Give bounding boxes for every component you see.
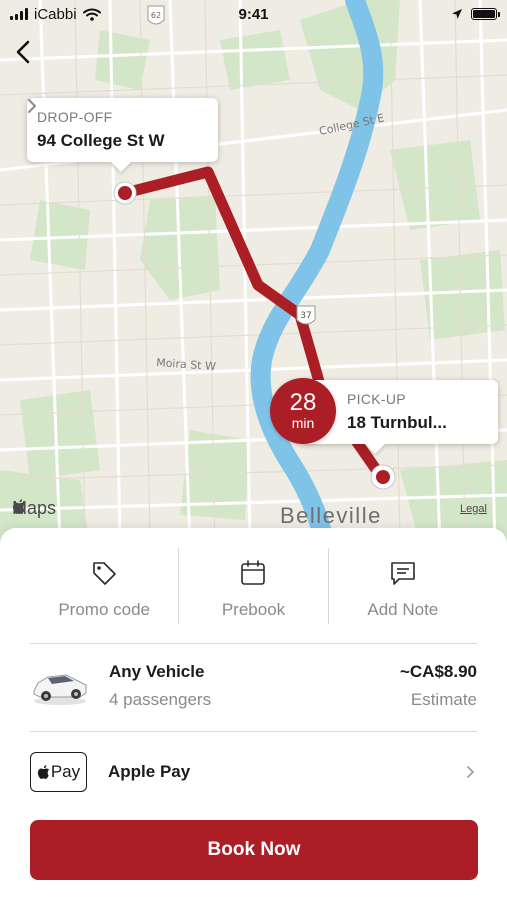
eta-value: 28 [289,389,317,416]
divider [30,643,477,644]
city-label: Belleville [280,503,382,528]
vehicle-name: Any Vehicle [109,662,205,681]
promo-code-button[interactable]: Promo code [30,548,178,624]
calendar-icon [241,560,266,585]
fare-price: ~CA$8.90 [399,662,477,681]
pickup-address: 18 Turnbul... [347,413,447,432]
book-now-button[interactable]: Book Now [30,820,478,880]
prebook-label: Prebook [221,600,286,619]
quick-actions: Promo code Prebook Add Note [30,548,477,624]
route-shield-37: 37 [296,305,316,325]
dropoff-address: 94 College St W [37,131,165,150]
wifi-icon [82,8,101,21]
dropoff-label: DROP-OFF [37,109,113,125]
status-left: iCabbi [10,6,101,23]
chevron-right-icon [467,766,474,778]
fare-estimate-label: Estimate [410,690,477,709]
add-note-button[interactable]: Add Note [327,548,477,624]
status-bar: iCabbi 9:41 [0,0,507,28]
vehicle-selector[interactable]: Any Vehicle 4 passengers ~CA$8.90 Estima… [30,656,477,716]
signal-icon [10,8,28,20]
apple-logo-icon [37,765,49,779]
prebook-button[interactable]: Prebook [178,548,327,624]
apple-maps-logo: Maps [12,498,56,519]
apple-pay-badge: Pay [30,752,87,792]
tag-icon [93,562,116,585]
back-arrow-icon[interactable] [12,38,36,66]
carrier-name: iCabbi [34,5,77,23]
divider [30,731,477,732]
app-screen: 62 37 College St E Moira St W DROP-OFF 9… [0,0,507,900]
route-37-text: 37 [300,311,311,321]
route-map[interactable]: 62 37 College St E Moira St W DROP-OFF 9… [0,0,507,545]
promo-code-label: Promo code [58,600,150,619]
status-right [451,8,500,20]
booking-sheet: Promo code Prebook Add Note Any Vehicle … [0,528,507,900]
eta-unit: min [291,415,315,431]
pickup-label: PICK-UP [347,391,406,407]
apple-pay-badge-text: Pay [50,762,81,781]
legal-link[interactable]: Legal [460,503,487,515]
add-note-label: Add Note [367,600,439,619]
map-canvas: 62 37 College St E Moira St W [0,0,507,545]
dropoff-callout[interactable]: DROP-OFF 94 College St W [27,98,218,172]
chevron-right-icon [28,99,36,113]
apple-logo-icon [12,499,25,514]
car-icon [33,674,87,705]
payment-method-selector[interactable]: Pay Apple Pay [30,750,477,794]
note-icon [391,562,415,585]
passenger-count: 4 passengers [109,690,212,709]
battery-icon [471,8,500,20]
payment-method-label: Apple Pay [108,762,191,781]
eta-badge: 28 min [270,378,336,444]
location-arrow-icon [452,9,462,19]
